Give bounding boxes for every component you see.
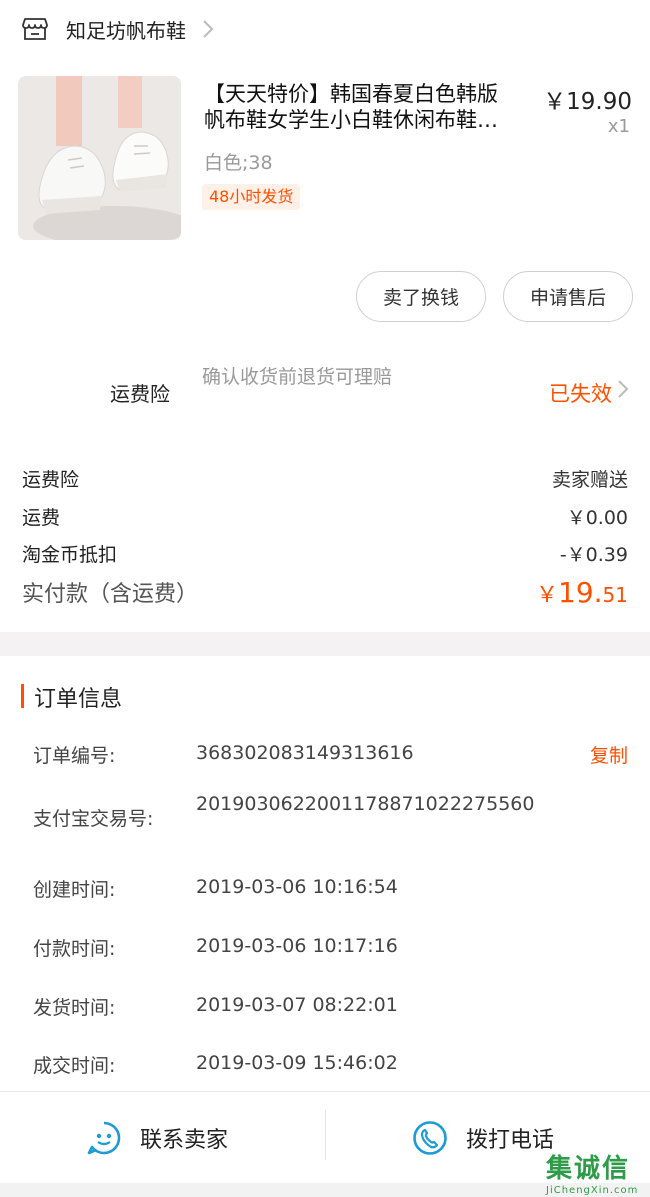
call-phone-button[interactable]: 拨打电话 [412,1092,554,1184]
product-title-line1: 【天天特价】韩国春夏白色韩版 [204,82,498,106]
insurance-status: 已失效 [549,382,612,406]
total-integer: 19. [558,576,603,609]
chat-face-icon [87,1121,121,1155]
watermark-url: JiChengXin.com [546,1185,639,1196]
total-paid-row: 实付款（含运费） ￥19.51 [22,576,628,609]
info-label: 发货时间: [33,997,116,1019]
product-title[interactable]: 【天天特价】韩国春夏白色韩版 帆布鞋女学生小白鞋休闲布鞋… [204,81,534,133]
fee-label: 淘金币抵扣 [22,544,118,566]
product-sku: 白色;38 [204,152,273,174]
contact-seller-button[interactable]: 联系卖家 [86,1092,228,1184]
chevron-right-icon [618,380,628,398]
info-label: 订单编号: [33,745,116,767]
fee-row-taojinbi: 淘金币抵扣 -￥0.39 [22,540,628,567]
copy-button[interactable]: 复制 [590,741,628,768]
shop-header[interactable]: 知足坊帆布鞋 [0,0,650,58]
total-decimal: 51 [602,583,628,607]
paid-time: 2019-03-06 10:17:16 [196,935,398,957]
info-label: 付款时间: [33,938,116,960]
order-info-title: 订单信息 [34,687,123,712]
fee-value: ￥0.00 [566,507,628,529]
bottom-divider [325,1110,326,1160]
watermark-text: 集诚信 [546,1154,631,1184]
deal-time: 2019-03-09 15:46:02 [196,1052,398,1074]
shipping-insurance-row[interactable]: 运费险 确认收货前退货可理赔 已失效 [0,352,650,428]
total-currency: ￥ [536,583,559,608]
section-divider [0,632,650,656]
chevron-right-icon [203,20,214,38]
info-label: 成交时间: [33,1055,116,1077]
product-price: ￥19.90 [543,89,632,115]
total-label: 实付款（含运费） [22,582,199,607]
created-time: 2019-03-06 10:16:54 [196,876,398,898]
section-accent-bar [21,684,24,708]
fee-label: 运费 [22,507,61,529]
fee-row-insurance: 运费险 卖家赠送 [22,465,628,492]
shop-name: 知足坊帆布鞋 [66,18,186,43]
contact-seller-label: 联系卖家 [140,1128,229,1153]
info-label: 支付宝交易号: [33,808,154,830]
fee-label: 运费险 [22,469,80,491]
total-amount: ￥19.51 [536,576,628,609]
sell-for-cash-button[interactable]: 卖了换钱 [356,271,486,322]
product-quantity: x1 [607,116,630,137]
insurance-desc: 确认收货前退货可理赔 [202,366,393,388]
after-sale-button[interactable]: 申请售后 [503,271,633,322]
product-image[interactable] [18,76,181,240]
insurance-label: 运费险 [110,382,170,406]
fee-value: 卖家赠送 [551,469,628,491]
alipay-trade-number: 2019030622001178871022275560 [196,793,535,815]
product-card[interactable]: 【天天特价】韩国春夏白色韩版 帆布鞋女学生小白鞋休闲布鞋… ￥19.90 x1 … [0,76,650,244]
watermark-logo: 集诚信 JiChengXin.com [546,1148,644,1196]
phone-icon [413,1121,447,1155]
fee-value: -￥0.39 [559,544,628,566]
call-phone-label: 拨打电话 [466,1128,555,1153]
info-label: 创建时间: [33,879,116,901]
shipped-time: 2019-03-07 08:22:01 [196,994,398,1016]
store-icon [22,18,48,40]
order-number: 368302083149313616 [196,742,414,764]
fee-row-shipping: 运费 ￥0.00 [22,503,628,530]
product-title-line2: 帆布鞋女学生小白鞋休闲布鞋… [204,108,498,132]
ship-badge: 48小时发货 [202,184,301,210]
